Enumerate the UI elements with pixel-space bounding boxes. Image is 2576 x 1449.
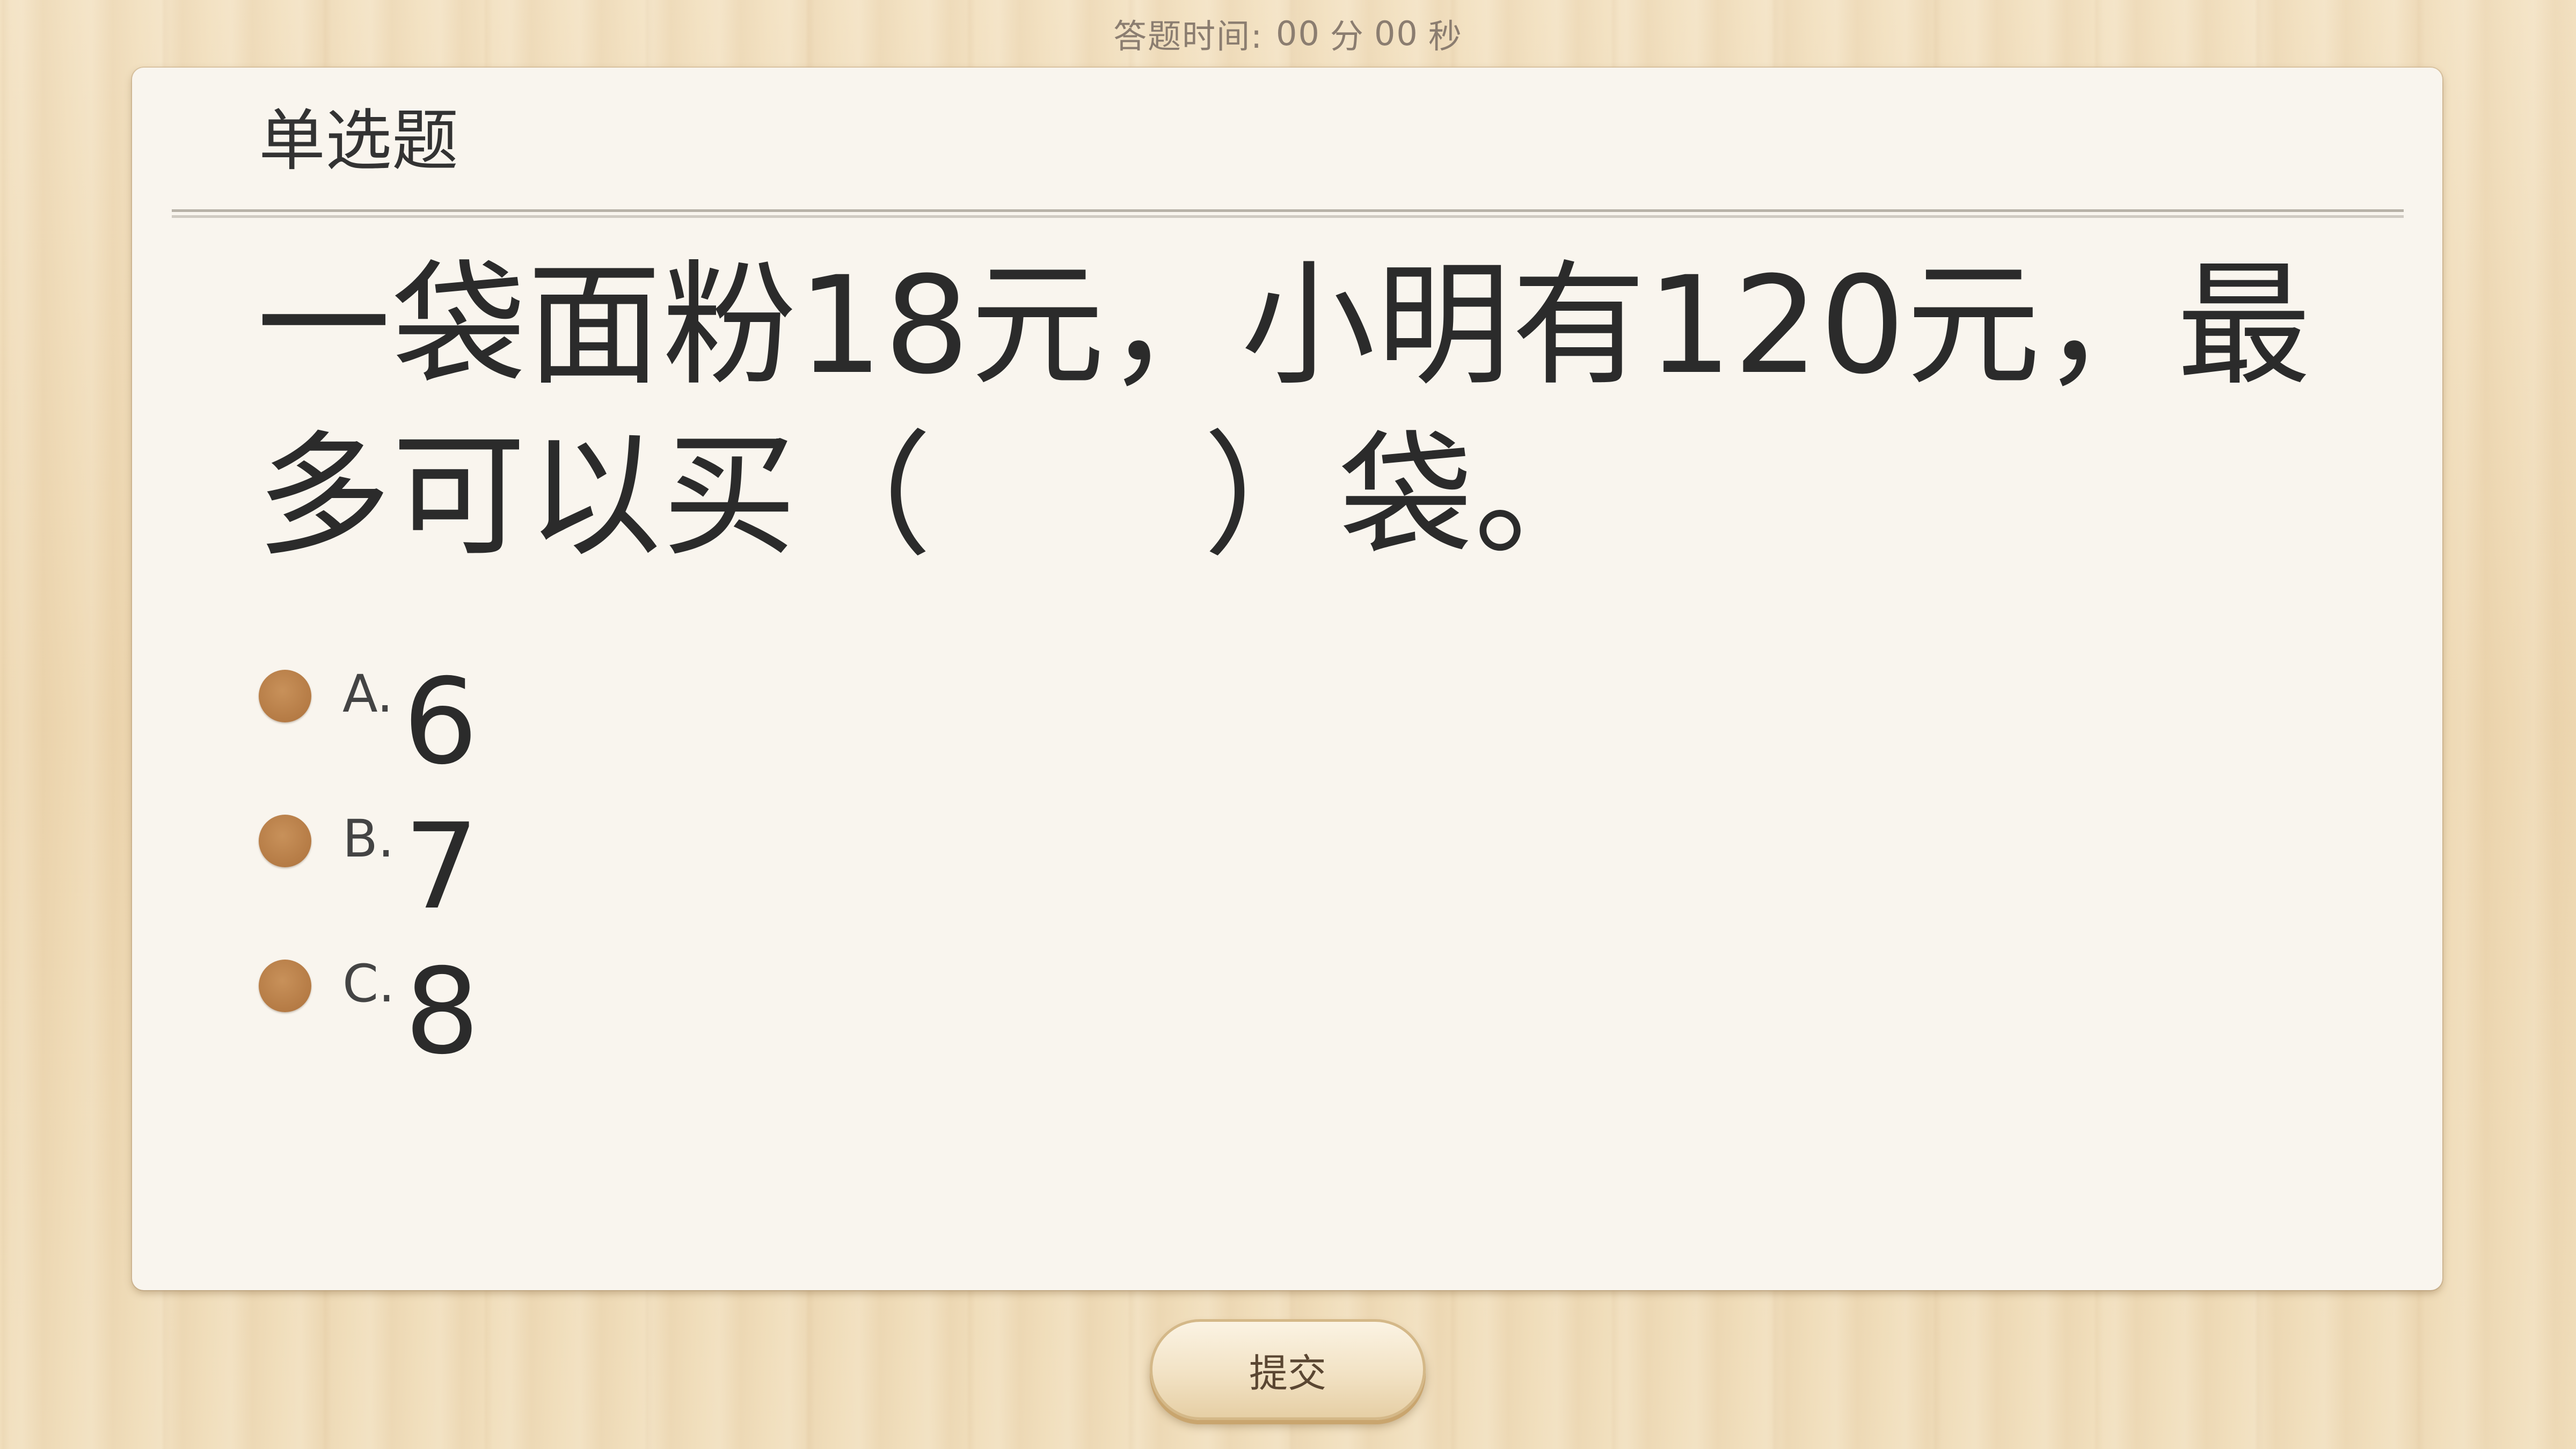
radio-button-icon[interactable]	[259, 670, 311, 722]
question-type-label: 单选题	[259, 103, 459, 180]
option-letter: A.	[342, 664, 393, 724]
option-letter: C.	[342, 954, 395, 1014]
option-b[interactable]: B. 7	[259, 738, 480, 928]
timer-seconds-unit: 秒	[1428, 17, 1463, 56]
options-list: A. 6 B. 7 C. 8	[259, 594, 480, 1073]
radio-button-icon[interactable]	[259, 815, 311, 867]
question-card: 单选题 一袋面粉18元，小明有120元，最多可以买（ ）袋。 A. 6 B. 7…	[132, 68, 2442, 1290]
option-a[interactable]: A. 6	[259, 594, 480, 784]
radio-button-icon[interactable]	[259, 960, 311, 1012]
option-letter: B.	[342, 809, 395, 869]
submit-button[interactable]: 提交	[1150, 1319, 1426, 1420]
option-value: 8	[404, 943, 480, 1080]
option-c[interactable]: C. 8	[259, 883, 480, 1073]
question-text: 一袋面粉18元，小明有120元，最多可以买（ ）袋。	[257, 247, 2312, 574]
timer-minutes-unit: 分	[1330, 17, 1364, 56]
header-divider	[172, 209, 2404, 218]
answer-timer: 答题时间: 00 分 00 秒	[0, 6, 2576, 60]
timer-label: 答题时间:	[1113, 17, 1264, 56]
timer-seconds: 00	[1374, 13, 1419, 53]
timer-minutes: 00	[1276, 13, 1320, 53]
